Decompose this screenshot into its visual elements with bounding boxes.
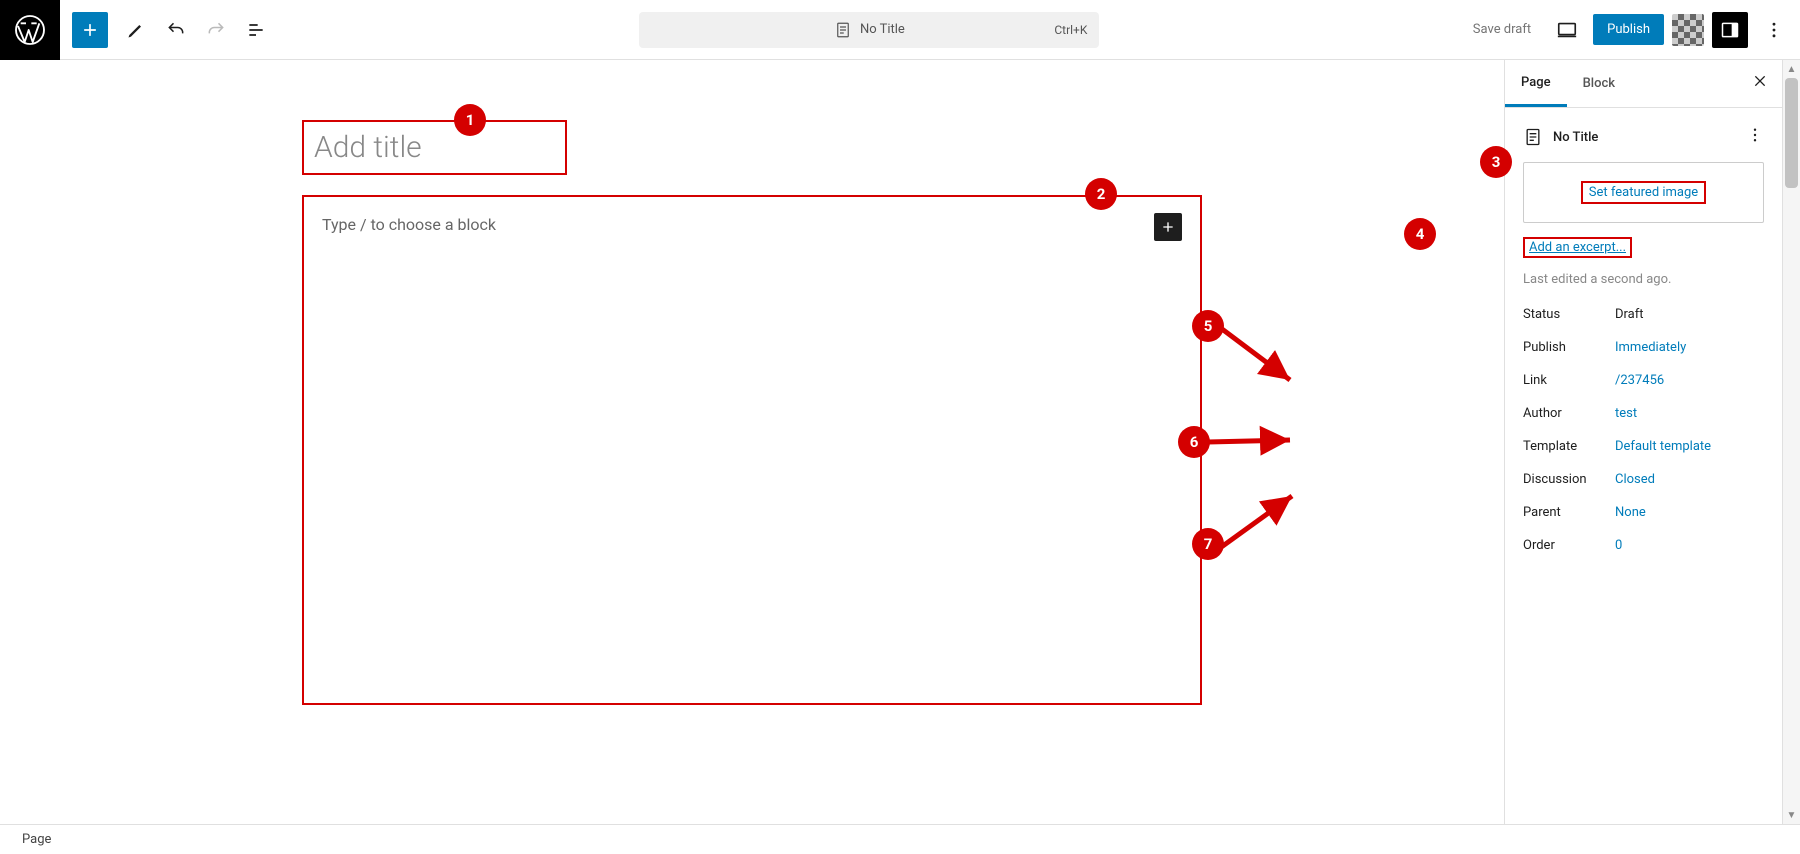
sidebar-panel-body: No Title Set featured image Add an excer… [1505, 108, 1782, 571]
featured-image-panel[interactable]: Set featured image [1523, 162, 1764, 223]
scroll-down-arrow[interactable]: ▼ [1783, 806, 1800, 824]
meta-label: Template [1523, 439, 1615, 454]
meta-row-template: TemplateDefault template [1523, 439, 1764, 454]
editor-canvas: Add title Type / to choose a block [302, 60, 1202, 705]
page-attributes-list: StatusDraft PublishImmediately Link/237456… [1523, 307, 1764, 553]
meta-row-order: Order0 [1523, 538, 1764, 553]
content-placeholder: Type / to choose a block [322, 215, 496, 234]
document-actions-button[interactable] [1746, 126, 1764, 148]
scrollbar-thumb[interactable] [1785, 78, 1798, 188]
meta-value[interactable]: Default template [1615, 439, 1711, 454]
command-center-button[interactable]: No Title Ctrl+K [639, 12, 1099, 48]
plus-icon [80, 20, 100, 40]
document-title-bar: No Title Ctrl+K [276, 12, 1463, 48]
meta-value[interactable]: Immediately [1615, 340, 1686, 355]
meta-label: Author [1523, 406, 1615, 421]
more-vertical-icon [1764, 20, 1784, 40]
settings-sidebar: Page Block No Title Set featured image A… [1504, 60, 1782, 824]
meta-value[interactable]: test [1615, 406, 1637, 421]
meta-row-status: StatusDraft [1523, 307, 1764, 322]
meta-label: Link [1523, 373, 1615, 388]
tools-pen-button[interactable] [116, 10, 156, 50]
undo-button[interactable] [156, 10, 196, 50]
editor-topbar: No Title Ctrl+K Save draft Publish [0, 0, 1800, 60]
meta-value[interactable]: 0 [1615, 538, 1622, 553]
editor-footer: Page [0, 824, 1800, 854]
user-avatar[interactable] [1672, 14, 1704, 46]
sidebar-icon [1720, 20, 1740, 40]
page-icon [1523, 127, 1543, 147]
post-content-area[interactable]: Type / to choose a block [302, 195, 1202, 705]
meta-label: Parent [1523, 505, 1615, 520]
block-inserter-button[interactable] [72, 12, 108, 48]
add-excerpt-link[interactable]: Add an excerpt... [1523, 237, 1632, 258]
annotation-arrow-6 [1198, 430, 1298, 460]
save-draft-button[interactable]: Save draft [1463, 16, 1541, 43]
meta-label: Status [1523, 307, 1615, 322]
meta-value[interactable]: Closed [1615, 472, 1655, 487]
meta-row-link: Link/237456 [1523, 373, 1764, 388]
breadcrumb-text: Page [22, 832, 51, 847]
last-edited-text: Last edited a second ago. [1523, 272, 1764, 287]
top-left-tools [60, 10, 276, 50]
meta-value[interactable]: /237456 [1615, 373, 1664, 388]
document-overview-button[interactable] [236, 10, 276, 50]
meta-row-parent: ParentNone [1523, 505, 1764, 520]
redo-icon [206, 20, 226, 40]
scroll-up-arrow[interactable]: ▲ [1783, 60, 1800, 78]
close-sidebar-button[interactable] [1738, 63, 1782, 104]
preview-button[interactable] [1549, 12, 1585, 48]
device-icon [1556, 19, 1578, 41]
page-scrollbar[interactable]: ▲ ▼ [1782, 60, 1800, 824]
pen-icon [126, 20, 146, 40]
document-title-text: No Title [860, 22, 905, 37]
meta-label: Discussion [1523, 472, 1615, 487]
wordpress-icon [14, 14, 46, 46]
tab-page[interactable]: Page [1505, 61, 1567, 107]
redo-button[interactable] [196, 10, 236, 50]
top-right-tools: Save draft Publish [1463, 12, 1800, 48]
undo-icon [166, 20, 186, 40]
sidebar-document-summary: No Title [1523, 126, 1764, 148]
set-featured-image-link[interactable]: Set featured image [1581, 181, 1706, 204]
add-block-button[interactable] [1154, 213, 1182, 241]
meta-label: Publish [1523, 340, 1615, 355]
meta-row-publish: PublishImmediately [1523, 340, 1764, 355]
command-shortcut: Ctrl+K [1054, 23, 1087, 37]
wordpress-logo[interactable] [0, 0, 60, 60]
page-icon [834, 21, 852, 39]
list-icon [246, 20, 266, 40]
sidebar-tabs: Page Block [1505, 60, 1782, 108]
post-title-placeholder: Add title [314, 130, 422, 165]
annotation-arrow-5 [1210, 318, 1300, 398]
more-options-button[interactable] [1756, 12, 1792, 48]
close-icon [1752, 73, 1768, 89]
tab-block[interactable]: Block [1567, 62, 1631, 105]
more-vertical-icon [1746, 126, 1764, 144]
editor-main: Add title Type / to choose a block Page … [0, 60, 1800, 824]
plus-icon [1160, 219, 1176, 235]
meta-value[interactable]: None [1615, 505, 1646, 520]
sidebar-doc-title: No Title [1553, 130, 1598, 145]
publish-button[interactable]: Publish [1593, 14, 1664, 45]
meta-row-author: Authortest [1523, 406, 1764, 421]
post-title-input[interactable]: Add title [302, 120, 567, 175]
meta-value: Draft [1615, 307, 1644, 322]
meta-label: Order [1523, 538, 1615, 553]
settings-sidebar-toggle[interactable] [1712, 12, 1748, 48]
annotation-arrow-7 [1212, 490, 1302, 560]
meta-row-discussion: DiscussionClosed [1523, 472, 1764, 487]
